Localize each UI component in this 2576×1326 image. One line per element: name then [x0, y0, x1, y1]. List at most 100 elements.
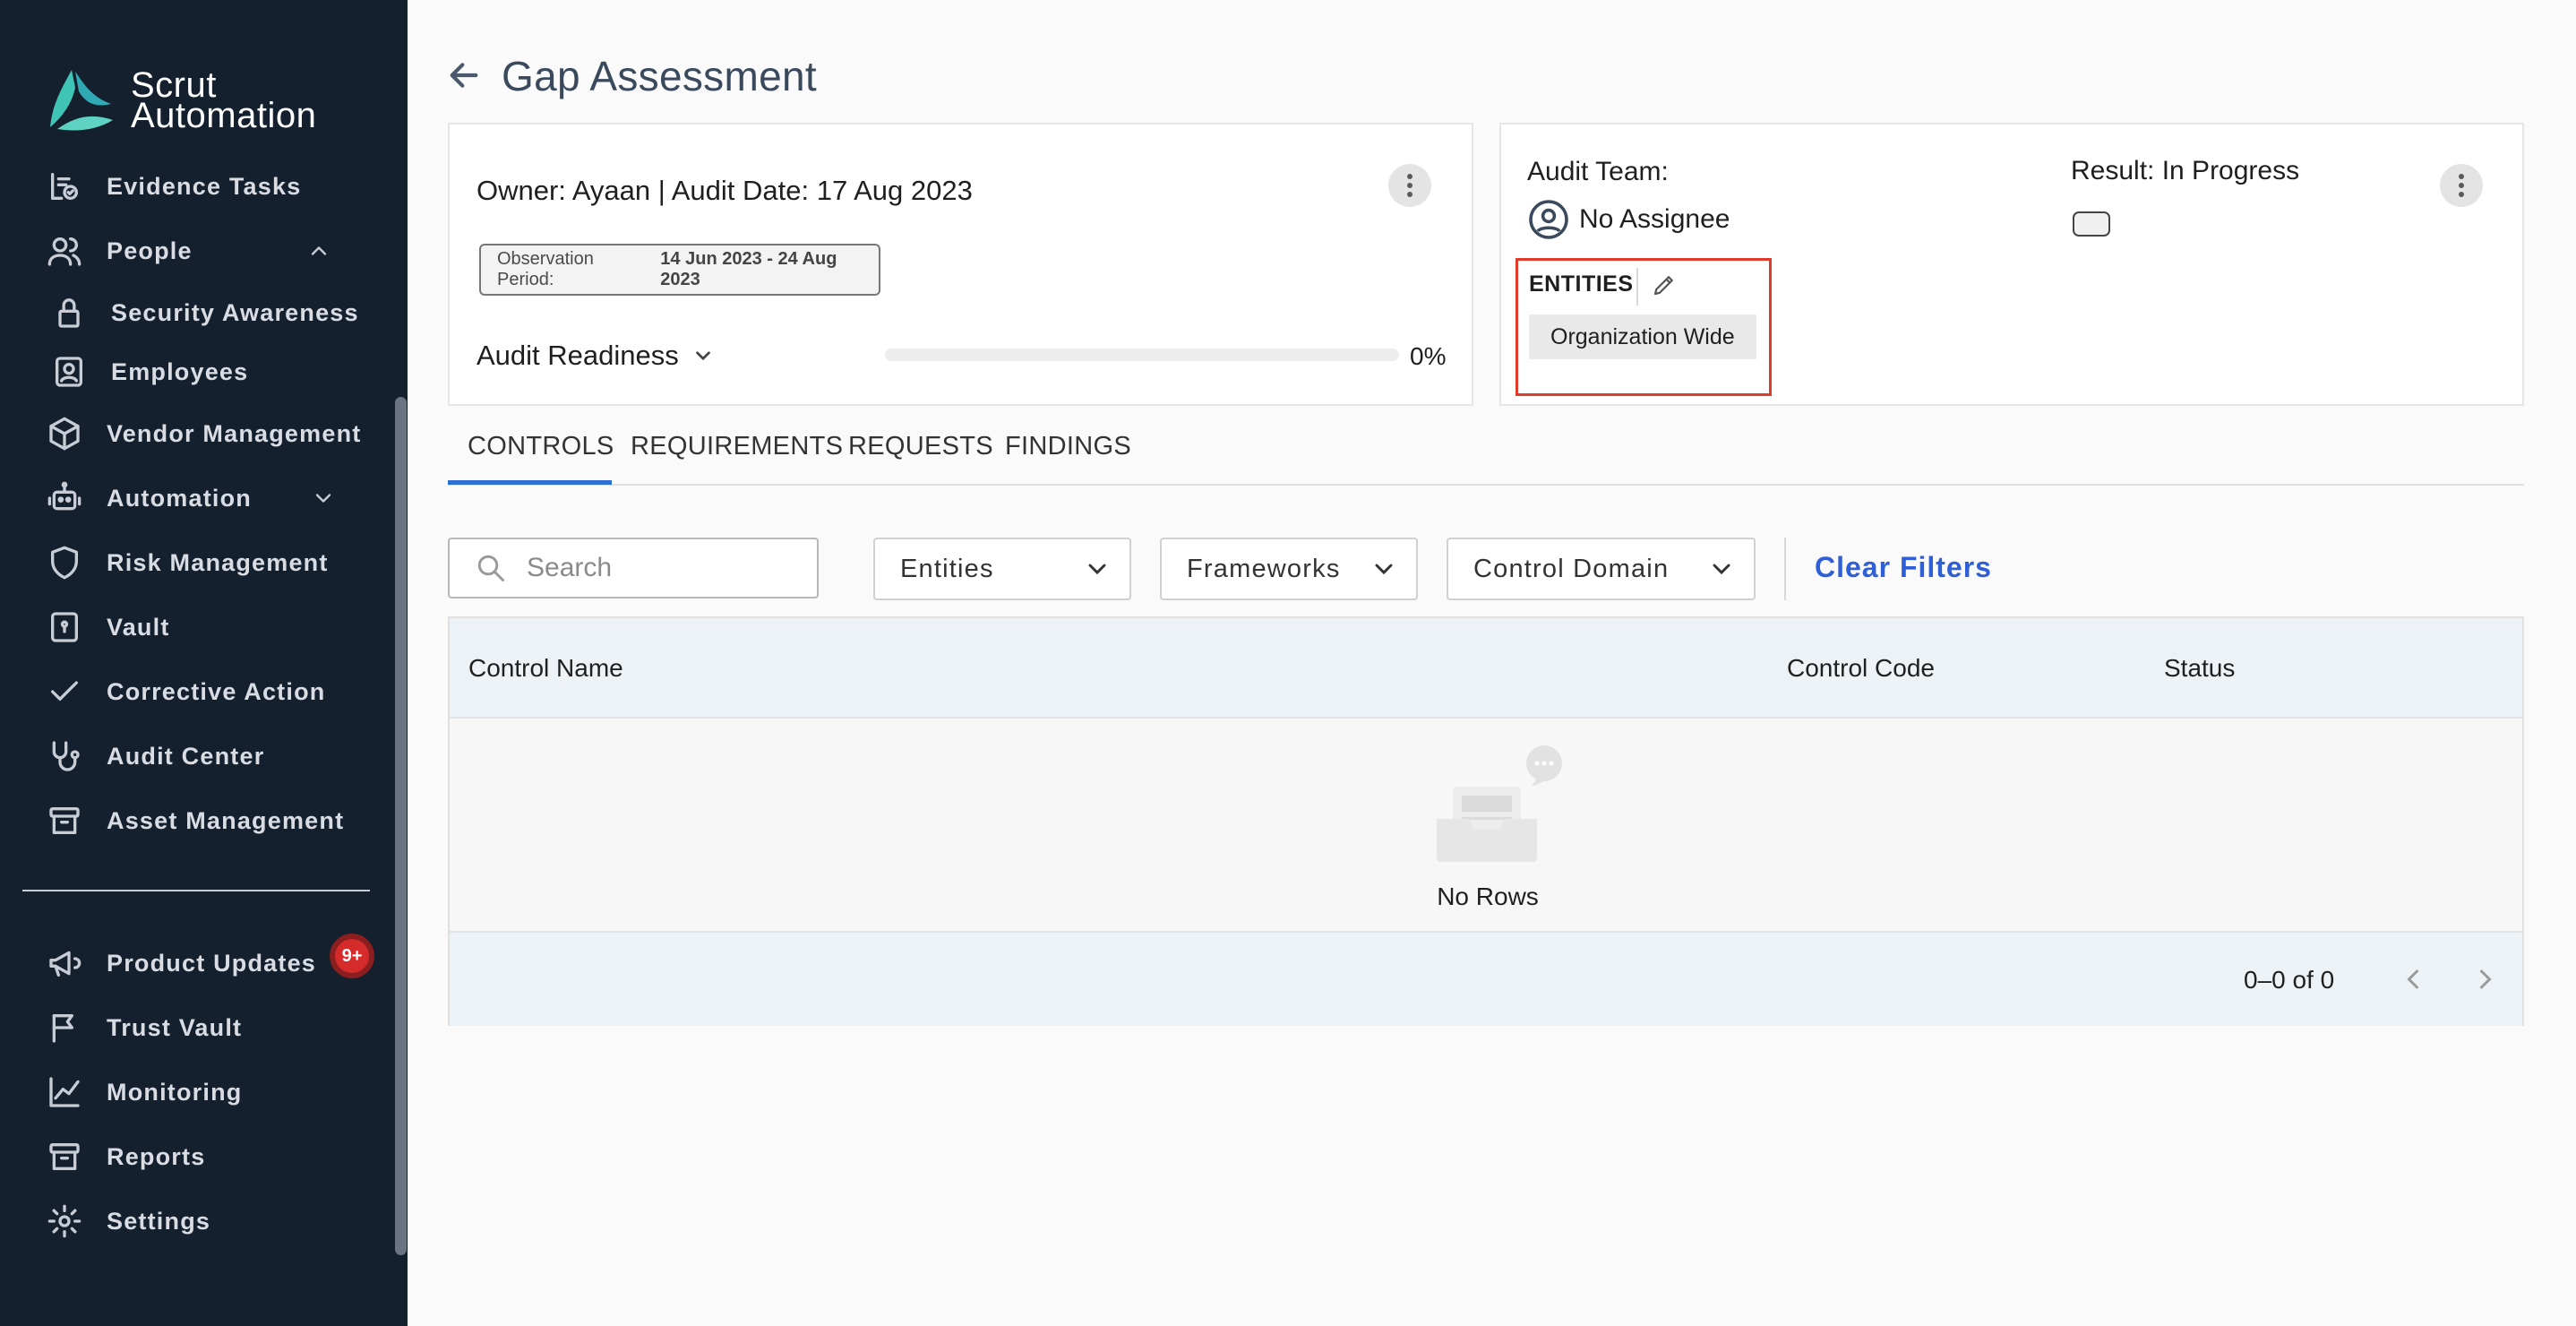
- people-icon: [45, 231, 84, 271]
- sidebar-item-monitoring[interactable]: Monitoring: [45, 1067, 242, 1117]
- sidebar-item-automation[interactable]: Automation: [45, 473, 336, 523]
- audit-summary-card: Owner: Ayaan | Audit Date: 17 Aug 2023 O…: [448, 123, 1473, 406]
- sidebar-item-corrective-action[interactable]: Corrective Action: [45, 667, 325, 717]
- archive-icon: [45, 801, 84, 840]
- control-domain-dropdown-label: Control Domain: [1473, 554, 1670, 583]
- sidebar-item-label: Reports: [107, 1142, 206, 1170]
- sidebar-item-vendor-management[interactable]: Vendor Management: [45, 409, 361, 459]
- audit-team-card: Audit Team: No Assignee Result: In Progr…: [1499, 123, 2524, 406]
- sidebar-item-label: Trust Vault: [107, 1013, 243, 1041]
- sidebar-item-reports[interactable]: Reports: [45, 1132, 205, 1182]
- empty-inbox-icon: [1437, 745, 1562, 862]
- chevron-left-icon[interactable]: [2397, 963, 2429, 995]
- empty-state-text: No Rows: [1437, 883, 1539, 910]
- pagination-info: 0–0 of 0: [2244, 966, 2335, 994]
- sidebar-divider: [22, 890, 370, 891]
- sidebar-item-label: Corrective Action: [107, 677, 326, 705]
- check-icon: [45, 672, 84, 711]
- archive-icon: [45, 1137, 84, 1176]
- kebab-icon: [2459, 172, 2464, 199]
- entities-separator: [1636, 268, 1638, 306]
- employee-badge-icon: [49, 352, 89, 392]
- audit-readiness-progress: [885, 349, 1399, 361]
- search-input[interactable]: [527, 553, 795, 583]
- shield-icon: [45, 543, 84, 582]
- badge-count: 9+: [335, 939, 369, 973]
- entities-label: ENTITIES: [1529, 271, 1634, 297]
- evidence-tasks-icon: [45, 167, 84, 206]
- entity-chip: Organization Wide: [1529, 314, 1756, 359]
- tab-bar: CONTROLS REQUIREMENTS REQUESTS FINDINGS: [448, 421, 2524, 486]
- table-footer: 0–0 of 0: [450, 931, 2522, 1026]
- back-arrow-icon[interactable]: [446, 57, 482, 93]
- sidebar-item-product-updates[interactable]: Product Updates: [45, 938, 316, 988]
- sidebar-item-risk-management[interactable]: Risk Management: [45, 538, 329, 588]
- observation-period-label: Observation Period:: [497, 249, 594, 289]
- sidebar-item-trust-vault[interactable]: Trust Vault: [45, 1003, 242, 1053]
- chevron-up-icon[interactable]: [306, 238, 331, 263]
- cube-icon: [45, 414, 84, 453]
- entities-section: ENTITIES Organization Wide: [1516, 258, 1772, 396]
- sidebar-item-security-awareness[interactable]: Security Awareness: [49, 288, 359, 338]
- sidebar-item-label: Asset Management: [107, 806, 345, 834]
- tab-requests[interactable]: REQUESTS: [848, 432, 993, 461]
- stethoscope-icon: [45, 736, 84, 776]
- sidebar-item-label: Vendor Management: [107, 419, 362, 447]
- brand-line2: Automation: [131, 96, 317, 135]
- sidebar-item-employees[interactable]: Employees: [49, 347, 248, 397]
- sidebar-item-label: Product Updates: [107, 949, 317, 977]
- page-title: Gap Assessment: [502, 53, 817, 99]
- clear-filters-button[interactable]: Clear Filters: [1815, 551, 1992, 584]
- lock-icon: [49, 293, 89, 332]
- control-domain-dropdown[interactable]: Control Domain: [1447, 538, 1756, 600]
- product-updates-badge: 9+: [330, 934, 374, 978]
- audit-readiness-percent: 0%: [1410, 342, 1447, 370]
- chevron-down-icon[interactable]: [311, 486, 336, 511]
- sidebar-item-label: Security Awareness: [111, 298, 359, 326]
- frameworks-dropdown[interactable]: Frameworks: [1160, 538, 1418, 600]
- assignee[interactable]: No Assignee: [1527, 198, 1730, 241]
- sidebar-item-settings[interactable]: Settings: [45, 1196, 210, 1246]
- sidebar-item-label: Automation: [107, 484, 252, 512]
- sidebar-item-label: Employees: [111, 357, 249, 385]
- tab-controls[interactable]: CONTROLS: [468, 432, 614, 461]
- column-header-status[interactable]: Status: [2164, 654, 2235, 683]
- chevron-down-icon: [1713, 564, 1730, 575]
- column-header-control-name[interactable]: Control Name: [468, 654, 623, 683]
- tab-findings[interactable]: FINDINGS: [1005, 432, 1131, 461]
- sidebar-item-label: People: [107, 237, 193, 264]
- chart-line-icon: [45, 1072, 84, 1112]
- entities-dropdown[interactable]: Entities: [873, 538, 1131, 600]
- result-toggle[interactable]: [2073, 211, 2110, 237]
- megaphone-icon: [45, 943, 84, 983]
- entities-dropdown-label: Entities: [900, 554, 994, 583]
- observation-period-chip: Observation Period: 14 Jun 2023 - 24 Aug…: [479, 244, 880, 296]
- audit-card-menu-button[interactable]: [1388, 164, 1431, 207]
- filter-separator: [1784, 538, 1786, 600]
- active-tab-indicator: [448, 480, 612, 485]
- sidebar-item-vault[interactable]: Vault: [45, 602, 170, 652]
- tab-requirements[interactable]: REQUIREMENTS: [631, 432, 843, 461]
- brand-logo[interactable]: Scrut Automation: [45, 65, 316, 136]
- sidebar-item-asset-management[interactable]: Asset Management: [45, 796, 344, 846]
- pencil-icon[interactable]: [1651, 271, 1678, 298]
- sidebar-item-audit-center[interactable]: Audit Center: [45, 731, 264, 781]
- sidebar-item-label: Vault: [107, 613, 170, 641]
- chevron-right-icon[interactable]: [2469, 963, 2502, 995]
- sidebar-item-label: Settings: [107, 1207, 211, 1235]
- assignee-name: No Assignee: [1579, 204, 1730, 234]
- sidebar-scrollbar[interactable]: [395, 397, 407, 1255]
- team-card-menu-button[interactable]: [2440, 164, 2483, 207]
- frameworks-dropdown-label: Frameworks: [1187, 554, 1341, 583]
- sidebar-item-evidence-tasks[interactable]: Evidence Tasks: [45, 161, 301, 211]
- search-icon: [477, 555, 504, 581]
- vault-icon: [45, 607, 84, 647]
- sidebar-item-people[interactable]: People: [45, 226, 331, 276]
- user-circle-icon: [1529, 200, 1568, 239]
- search-box[interactable]: [448, 538, 819, 598]
- owner-audit-date: Owner: Ayaan | Audit Date: 17 Aug 2023: [477, 175, 973, 206]
- sidebar-item-label: Evidence Tasks: [107, 172, 302, 200]
- audit-readiness-toggle[interactable]: Audit Readiness: [477, 340, 715, 372]
- column-header-control-code[interactable]: Control Code: [1787, 654, 1935, 683]
- kebab-icon: [1407, 172, 1413, 199]
